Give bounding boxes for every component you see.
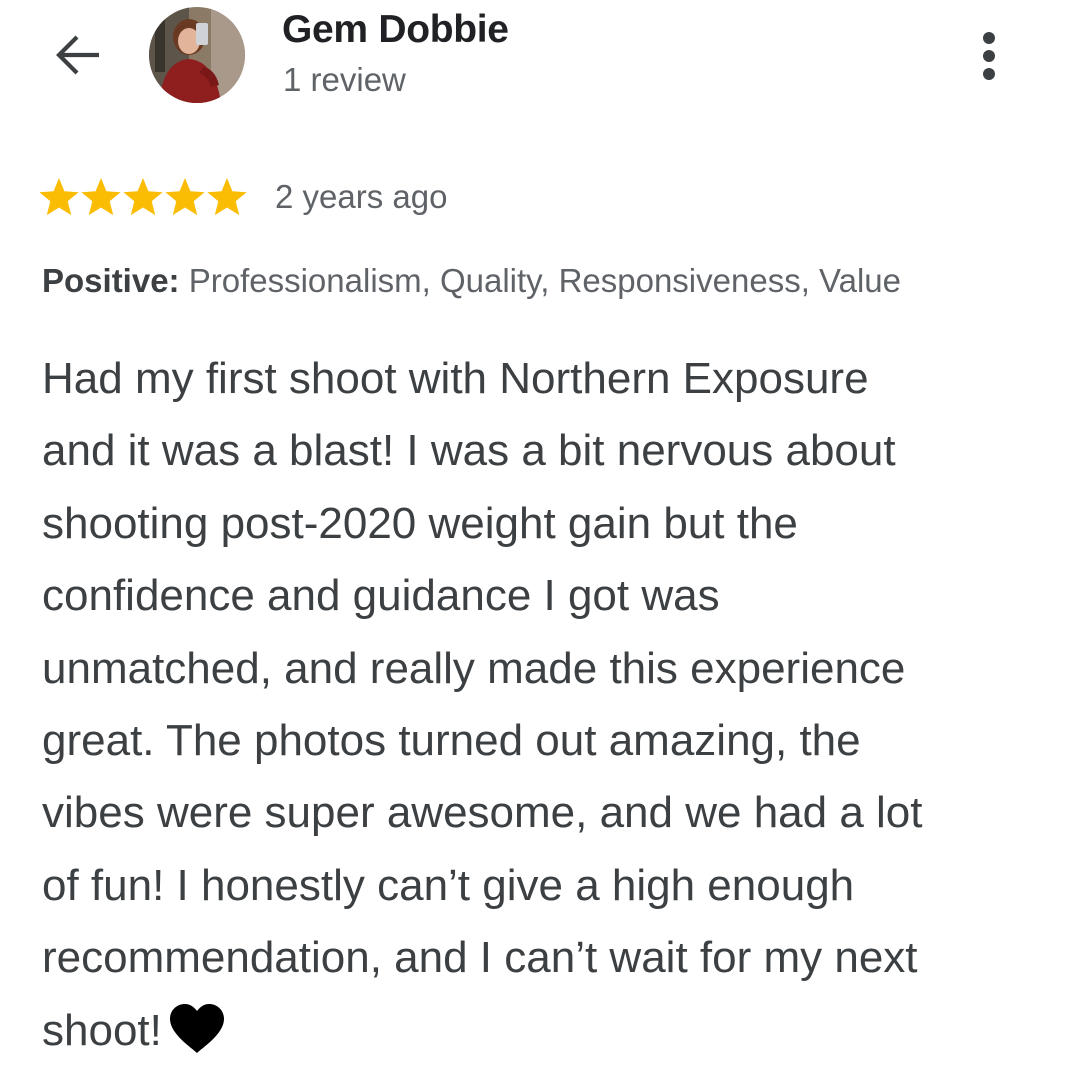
back-button[interactable] (46, 26, 108, 84)
review-attributes: Positive: Professionalism, Quality, Resp… (42, 262, 901, 300)
review-text-line: vibes were super awesome, and we had a l… (42, 788, 923, 838)
star-filled-icon (123, 178, 163, 216)
black-heart-icon (169, 1004, 224, 1054)
review-text-line: confidence and guidance I got was (42, 571, 720, 621)
review-page: Gem Dobbie 1 review 2 years ago Positive… (0, 0, 1073, 1073)
review-text-line-end: shoot! (42, 1005, 162, 1055)
review-count: 1 review (283, 61, 406, 98)
attributes-values: Professionalism, Quality, Responsiveness… (188, 262, 901, 299)
rating-row: 2 years ago (38, 172, 447, 222)
review-text-line: Had my first shoot with Northern Exposur… (42, 354, 869, 403)
reviewer-name[interactable]: Gem Dobbie (282, 8, 509, 52)
review-text-line-last: shoot! (42, 995, 1022, 1067)
avatar-photo (149, 7, 245, 103)
more-vertical-icon (983, 32, 995, 80)
review-text-line: unmatched, and really made this experien… (42, 643, 906, 693)
arrow-left-icon (56, 35, 99, 75)
review-text-line: and it was a blast! I was a bit nervous … (42, 426, 896, 476)
review-text-line: recommendation, and I can’t wait for my … (42, 933, 918, 983)
review-text-line: shooting post-2020 weight gain but the (42, 498, 798, 548)
review-text-line: great. The photos turned out amazing, th… (42, 716, 861, 766)
review-text-line: of fun! I honestly can’t give a high eno… (42, 860, 855, 910)
star-filled-icon (81, 178, 121, 216)
star-filled-icon (207, 178, 247, 216)
star-rating (38, 176, 248, 218)
star-filled-icon (165, 178, 205, 216)
more-options-button[interactable] (966, 24, 1012, 88)
avatar[interactable] (149, 7, 245, 103)
star-filled-icon (39, 178, 79, 216)
review-timestamp: 2 years ago (275, 178, 448, 215)
attributes-label: Positive: (42, 262, 180, 299)
review-text: Had my first shoot with Northern Exposur… (42, 343, 1022, 1067)
